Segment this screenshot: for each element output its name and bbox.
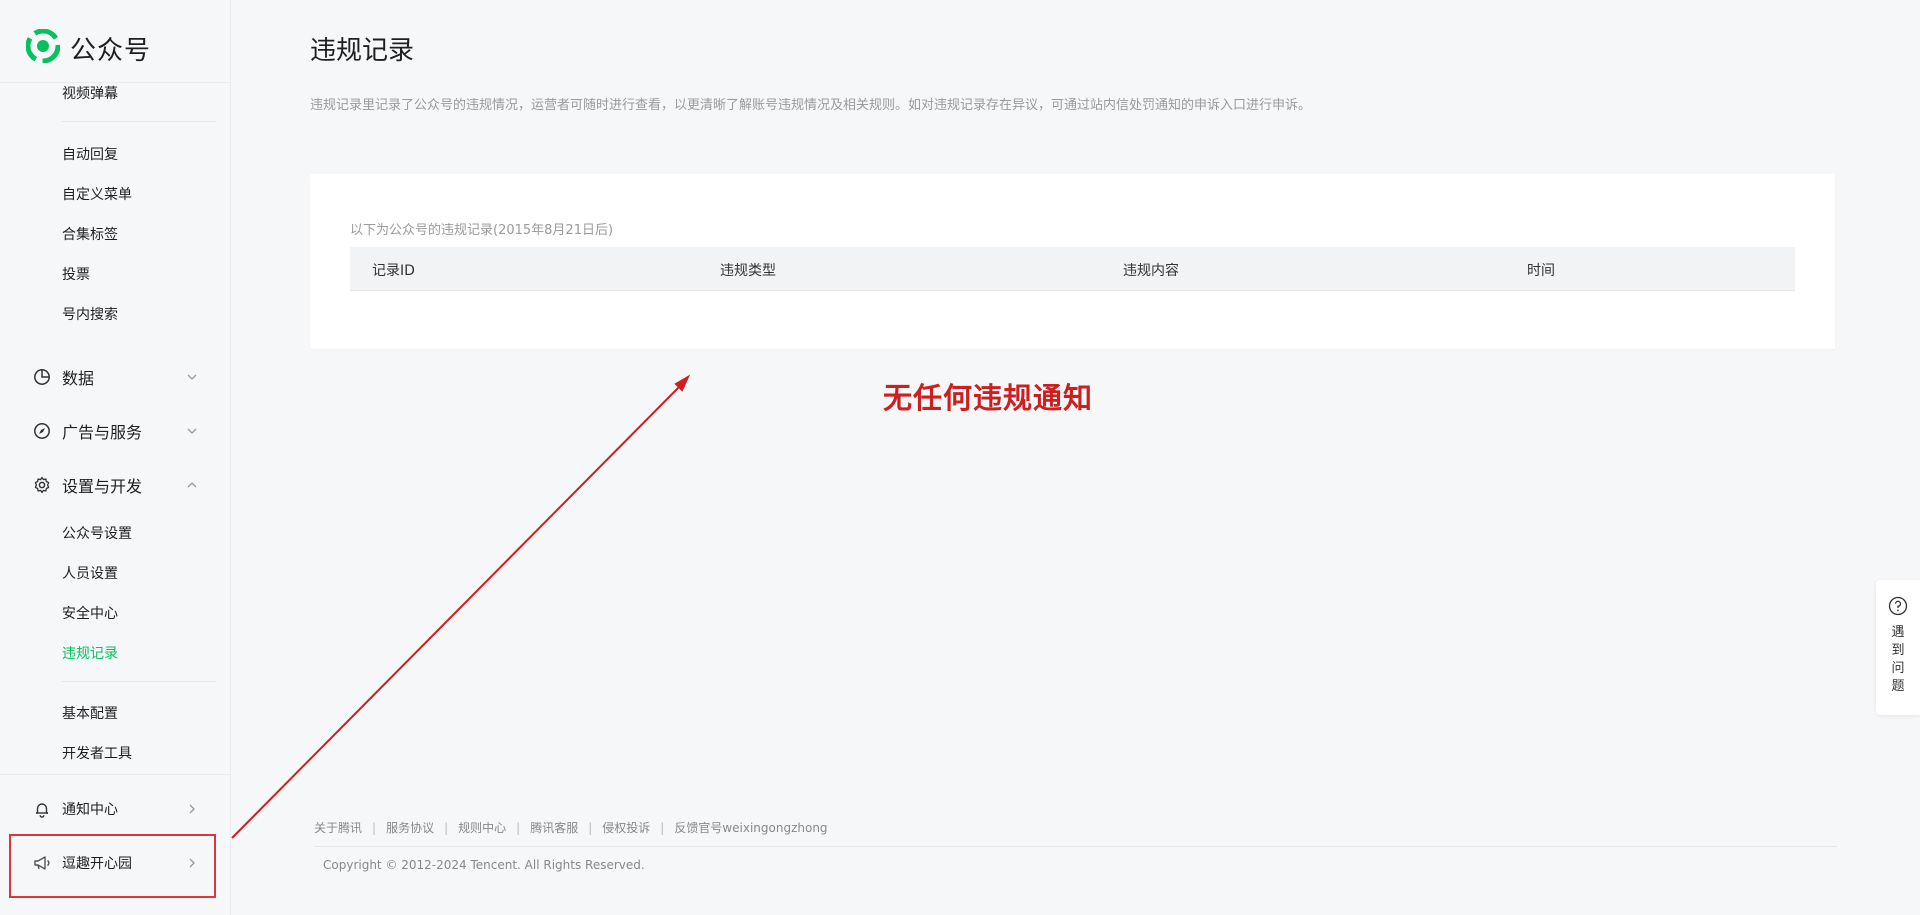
footer-link-rules-center[interactable]: 规则中心 <box>458 819 506 836</box>
footer-link-infringement-complaint[interactable]: 侵权投诉 <box>602 819 650 836</box>
bell-icon <box>32 799 52 819</box>
wechat-oa-logo-icon <box>25 28 61 67</box>
chevron-right-icon <box>182 799 202 819</box>
sidebar-item-developer-tools[interactable]: 开发者工具 <box>62 743 132 763</box>
sidebar-group-settings-dev[interactable]: 设置与开发 <box>32 473 202 497</box>
sidebar-group-label: 设置与开发 <box>62 477 143 496</box>
pie-chart-icon <box>32 367 52 387</box>
question-circle-icon <box>1888 596 1908 616</box>
separator: | <box>372 820 377 835</box>
sidebar-item-security-center[interactable]: 安全中心 <box>62 603 118 623</box>
sidebar: 公众号 视频弹幕 自动回复 自定义菜单 合集标签 投票 号内搜索 数据 广告与服… <box>0 0 231 915</box>
footer-link-customer-service[interactable]: 腾讯客服 <box>530 819 578 836</box>
help-char: 问 <box>1891 661 1905 676</box>
separator: | <box>588 820 593 835</box>
gear-icon <box>32 475 52 495</box>
sidebar-item-custom-menu[interactable]: 自定义菜单 <box>62 184 132 204</box>
column-header-record-id: 记录ID <box>372 263 415 279</box>
divider <box>0 774 230 775</box>
highlight-box <box>9 834 216 898</box>
sidebar-item-in-account-search[interactable]: 号内搜索 <box>62 304 118 324</box>
sidebar-group-ads-services[interactable]: 广告与服务 <box>32 419 202 443</box>
footer-link-about-tencent[interactable]: 关于腾讯 <box>314 819 362 836</box>
copyright: Copyright © 2012-2024 Tencent. All Right… <box>323 858 645 872</box>
sidebar-item-vote[interactable]: 投票 <box>62 264 90 284</box>
chevron-down-icon <box>182 421 202 441</box>
column-header-violation-content: 违规内容 <box>1123 263 1179 279</box>
help-char: 题 <box>1891 679 1905 694</box>
footer-link-service-agreement[interactable]: 服务协议 <box>386 819 434 836</box>
column-header-violation-type: 违规类型 <box>720 263 776 279</box>
records-caption: 以下为公众号的违规记录(2015年8月21日后) <box>350 223 614 238</box>
sidebar-item-label: 通知中心 <box>62 802 118 818</box>
sidebar-item-basic-config[interactable]: 基本配置 <box>62 703 118 723</box>
help-char: 到 <box>1891 643 1905 658</box>
records-table-header: 记录ID 违规类型 违规内容 时间 <box>350 247 1795 291</box>
chevron-down-icon <box>182 367 202 387</box>
sidebar-item-video-danmaku[interactable]: 视频弹幕 <box>62 83 118 103</box>
separator: | <box>444 820 449 835</box>
footer-links: 关于腾讯 | 服务协议 | 规则中心 | 腾讯客服 | 侵权投诉 | 反馈官号w… <box>314 819 828 836</box>
sidebar-item-auto-reply[interactable]: 自动回复 <box>62 144 118 164</box>
page-description: 违规记录里记录了公众号的违规情况，运营者可随时进行查看，以更清晰了解账号违规情况… <box>310 98 1312 113</box>
help-label: 遇 到 问 题 <box>1876 624 1920 696</box>
sidebar-item-violation-records[interactable]: 违规记录 <box>62 643 118 663</box>
brand-name: 公众号 <box>70 35 152 66</box>
brand-logo[interactable]: 公众号 <box>25 28 152 67</box>
page-title: 违规记录 <box>310 36 415 66</box>
annotation-arrow <box>231 374 691 839</box>
footer-divider <box>314 846 1837 847</box>
help-button[interactable]: 遇 到 问 题 <box>1876 580 1920 715</box>
separator: | <box>660 820 665 835</box>
sidebar-group-data[interactable]: 数据 <box>32 365 202 389</box>
help-char: 遇 <box>1891 625 1905 640</box>
compass-icon <box>32 421 52 441</box>
annotation-text: 无任何违规通知 <box>883 381 1094 415</box>
violation-records-card: 以下为公众号的违规记录(2015年8月21日后) 记录ID 违规类型 违规内容 … <box>310 174 1835 349</box>
footer-link-feedback-account[interactable]: 反馈官号weixingongzhong <box>674 819 827 836</box>
sidebar-item-collection-tags[interactable]: 合集标签 <box>62 224 118 244</box>
divider <box>62 121 216 122</box>
divider <box>62 681 216 682</box>
separator: | <box>516 820 521 835</box>
chevron-up-icon <box>182 475 202 495</box>
sidebar-item-notification-center[interactable]: 通知中心 <box>32 797 202 821</box>
sidebar-item-staff-settings[interactable]: 人员设置 <box>62 563 118 583</box>
column-header-time: 时间 <box>1527 263 1555 279</box>
sidebar-group-label: 广告与服务 <box>62 423 143 442</box>
sidebar-group-label: 数据 <box>62 369 95 388</box>
sidebar-item-account-settings[interactable]: 公众号设置 <box>62 523 132 543</box>
